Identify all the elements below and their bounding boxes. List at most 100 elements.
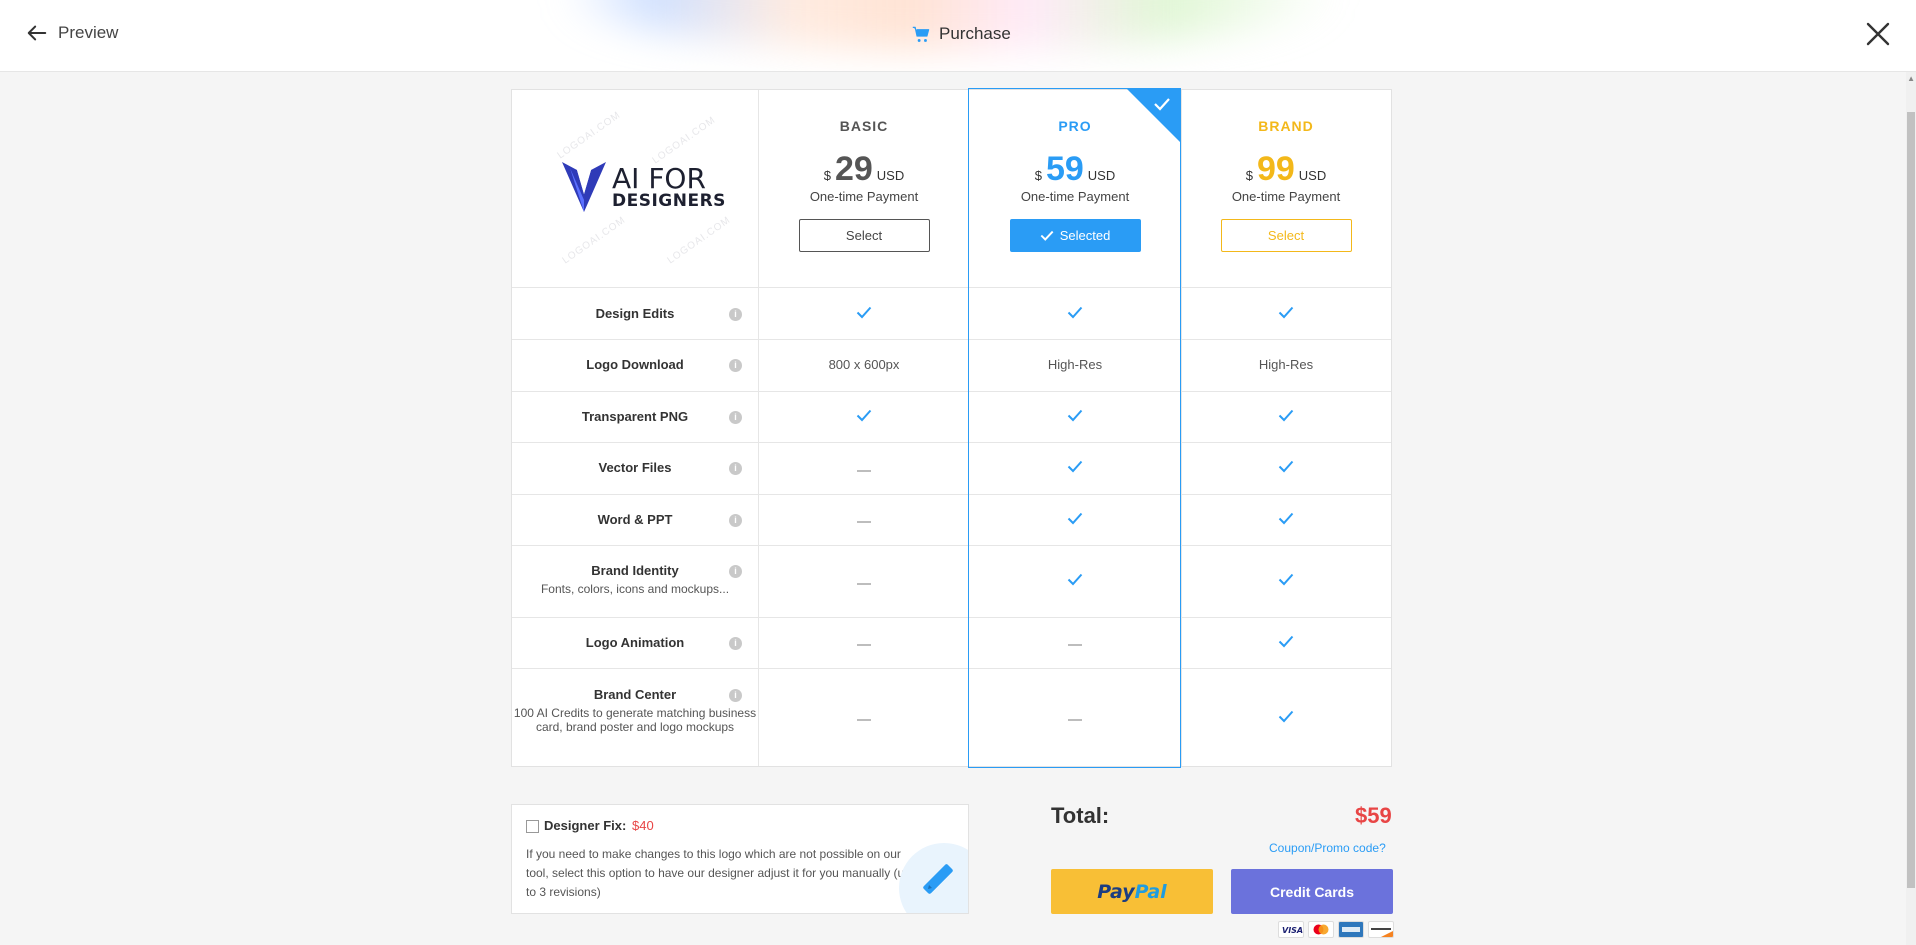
info-icon[interactable]: i <box>729 513 742 527</box>
check-icon <box>969 306 1181 322</box>
check-icon <box>1180 409 1392 425</box>
info-icon[interactable]: i <box>729 410 742 424</box>
check-icon <box>1180 512 1392 528</box>
brand-line2: DESIGNERS <box>612 190 726 211</box>
svg-text:VISA: VISA <box>1282 926 1303 935</box>
feature-value: 800 x 600px <box>828 357 900 372</box>
check-icon <box>969 409 1181 425</box>
check-icon <box>969 512 1181 528</box>
info-icon[interactable]: i <box>729 462 742 475</box>
dash-icon <box>758 637 970 652</box>
feature-subtitle: 100 AI Credits to generate matching busi… <box>513 705 757 734</box>
pencil-ruler-icon <box>923 864 953 894</box>
selected-label: Selected <box>1059 228 1111 243</box>
arrow-left-icon <box>27 25 47 41</box>
back-to-preview-button[interactable]: Preview <box>26 22 118 44</box>
scrollbar-thumb[interactable] <box>1907 112 1915 888</box>
designer-fix-price: $40 <box>632 818 654 833</box>
price-amount: 99 <box>1256 150 1295 188</box>
dash-icon <box>758 712 970 727</box>
brand-logo: AI FOR DESIGNERS <box>562 160 726 214</box>
feature-label: Logo Download <box>512 357 758 372</box>
dash-icon <box>758 514 970 529</box>
v-shield-logo-icon <box>562 162 606 212</box>
watermark-text: LOGOAI.COM <box>555 109 623 162</box>
feature-title: Brand Identity <box>591 563 679 578</box>
discover-icon <box>1368 921 1394 938</box>
total-label: Total: <box>1051 803 1110 828</box>
currency: $ <box>823 168 831 183</box>
check-icon <box>1180 306 1392 322</box>
price: $ 29 USD <box>758 150 970 189</box>
check-icon <box>1180 635 1392 651</box>
designer-fix-title[interactable]: Designer Fix: <box>544 818 626 833</box>
info-icon[interactable]: i <box>729 636 742 650</box>
check-icon <box>758 409 970 425</box>
paypal-logo-part2: Pal <box>1134 880 1167 903</box>
check-icon <box>1180 460 1392 476</box>
dash-icon <box>969 712 1181 727</box>
info-icon[interactable]: i <box>729 688 742 702</box>
check-icon <box>1180 710 1392 726</box>
plan-name: BRAND <box>1258 118 1314 134</box>
price-unit: USD <box>876 168 905 183</box>
credit-cards-button[interactable]: Credit Cards <box>1231 869 1393 914</box>
select-brand-button[interactable]: Select <box>1220 219 1352 252</box>
info-icon[interactable]: i <box>729 307 742 321</box>
visa-icon: VISA <box>1278 921 1304 938</box>
feature-value: High-Res <box>1258 357 1314 372</box>
watermark-text: LOGOAI.COM <box>665 214 733 267</box>
info-icon[interactable]: i <box>729 565 742 578</box>
payment-note: One-time Payment <box>809 189 919 204</box>
feature-label: Transparent PNG <box>512 409 758 424</box>
feature-title: Vector Files <box>598 460 672 475</box>
plan-basic: BASIC $ 29 USD One-time Payment Select <box>758 118 970 252</box>
feature-title: Word & PPT <box>597 511 673 527</box>
coupon-link[interactable]: Coupon/Promo code? <box>1269 841 1386 855</box>
feature-value: High-Res <box>1047 357 1103 372</box>
price-amount: 59 <box>1045 150 1084 188</box>
page-title-text: Purchase <box>939 24 1011 43</box>
check-icon <box>1154 98 1170 111</box>
dash-icon <box>758 575 970 590</box>
feature-label: Word & PPT <box>512 512 758 527</box>
check-icon <box>1180 573 1392 589</box>
feature-title: Brand Center <box>593 686 677 702</box>
scroll-up-arrow-icon[interactable]: ▲ <box>1907 74 1915 83</box>
page-title: Purchase <box>912 24 1011 44</box>
dash-icon <box>758 462 970 477</box>
plan-name: BASIC <box>839 118 889 134</box>
check-icon <box>1040 230 1054 241</box>
currency: $ <box>1245 168 1253 183</box>
selected-pro-button[interactable]: Selected <box>1009 219 1141 252</box>
price: $ 99 USD <box>1180 150 1392 189</box>
payment-note: One-time Payment <box>1020 189 1130 204</box>
feature-title: Transparent PNG <box>581 408 689 424</box>
paypal-logo-part1: Pay <box>1097 880 1135 903</box>
accepted-cards: VISA <box>1278 921 1394 938</box>
mastercard-icon <box>1308 921 1334 938</box>
cart-icon <box>912 26 930 42</box>
info-icon[interactable]: i <box>729 359 742 372</box>
select-basic-button[interactable]: Select <box>798 219 930 252</box>
check-icon <box>969 573 1181 589</box>
amex-icon <box>1338 921 1364 938</box>
feature-label: Logo Animation <box>512 635 758 650</box>
close-icon[interactable] <box>1864 20 1892 48</box>
feature-title: Design Edits <box>595 305 675 321</box>
watermark-text: LOGOAI.COM <box>650 114 718 167</box>
feature-label: Vector Files <box>512 460 758 475</box>
check-icon <box>758 306 970 322</box>
paypal-button[interactable]: PayPal <box>1051 869 1213 914</box>
plan-brand: BRAND $ 99 USD One-time Payment Select <box>1180 118 1392 252</box>
brand-wordmark: AI FOR DESIGNERS <box>612 164 726 211</box>
price-unit: USD <box>1087 168 1116 183</box>
designer-fix-panel: Designer Fix: $40 If you need to make ch… <box>511 804 969 914</box>
top-bar: Preview Purchase <box>0 0 1916 72</box>
currency: $ <box>1034 168 1042 183</box>
designer-fix-description: If you need to make changes to this logo… <box>526 847 911 899</box>
feature-title: Logo Animation <box>585 634 685 650</box>
check-icon <box>969 460 1181 476</box>
designer-fix-checkbox[interactable] <box>526 820 539 833</box>
dash-icon <box>969 637 1181 652</box>
